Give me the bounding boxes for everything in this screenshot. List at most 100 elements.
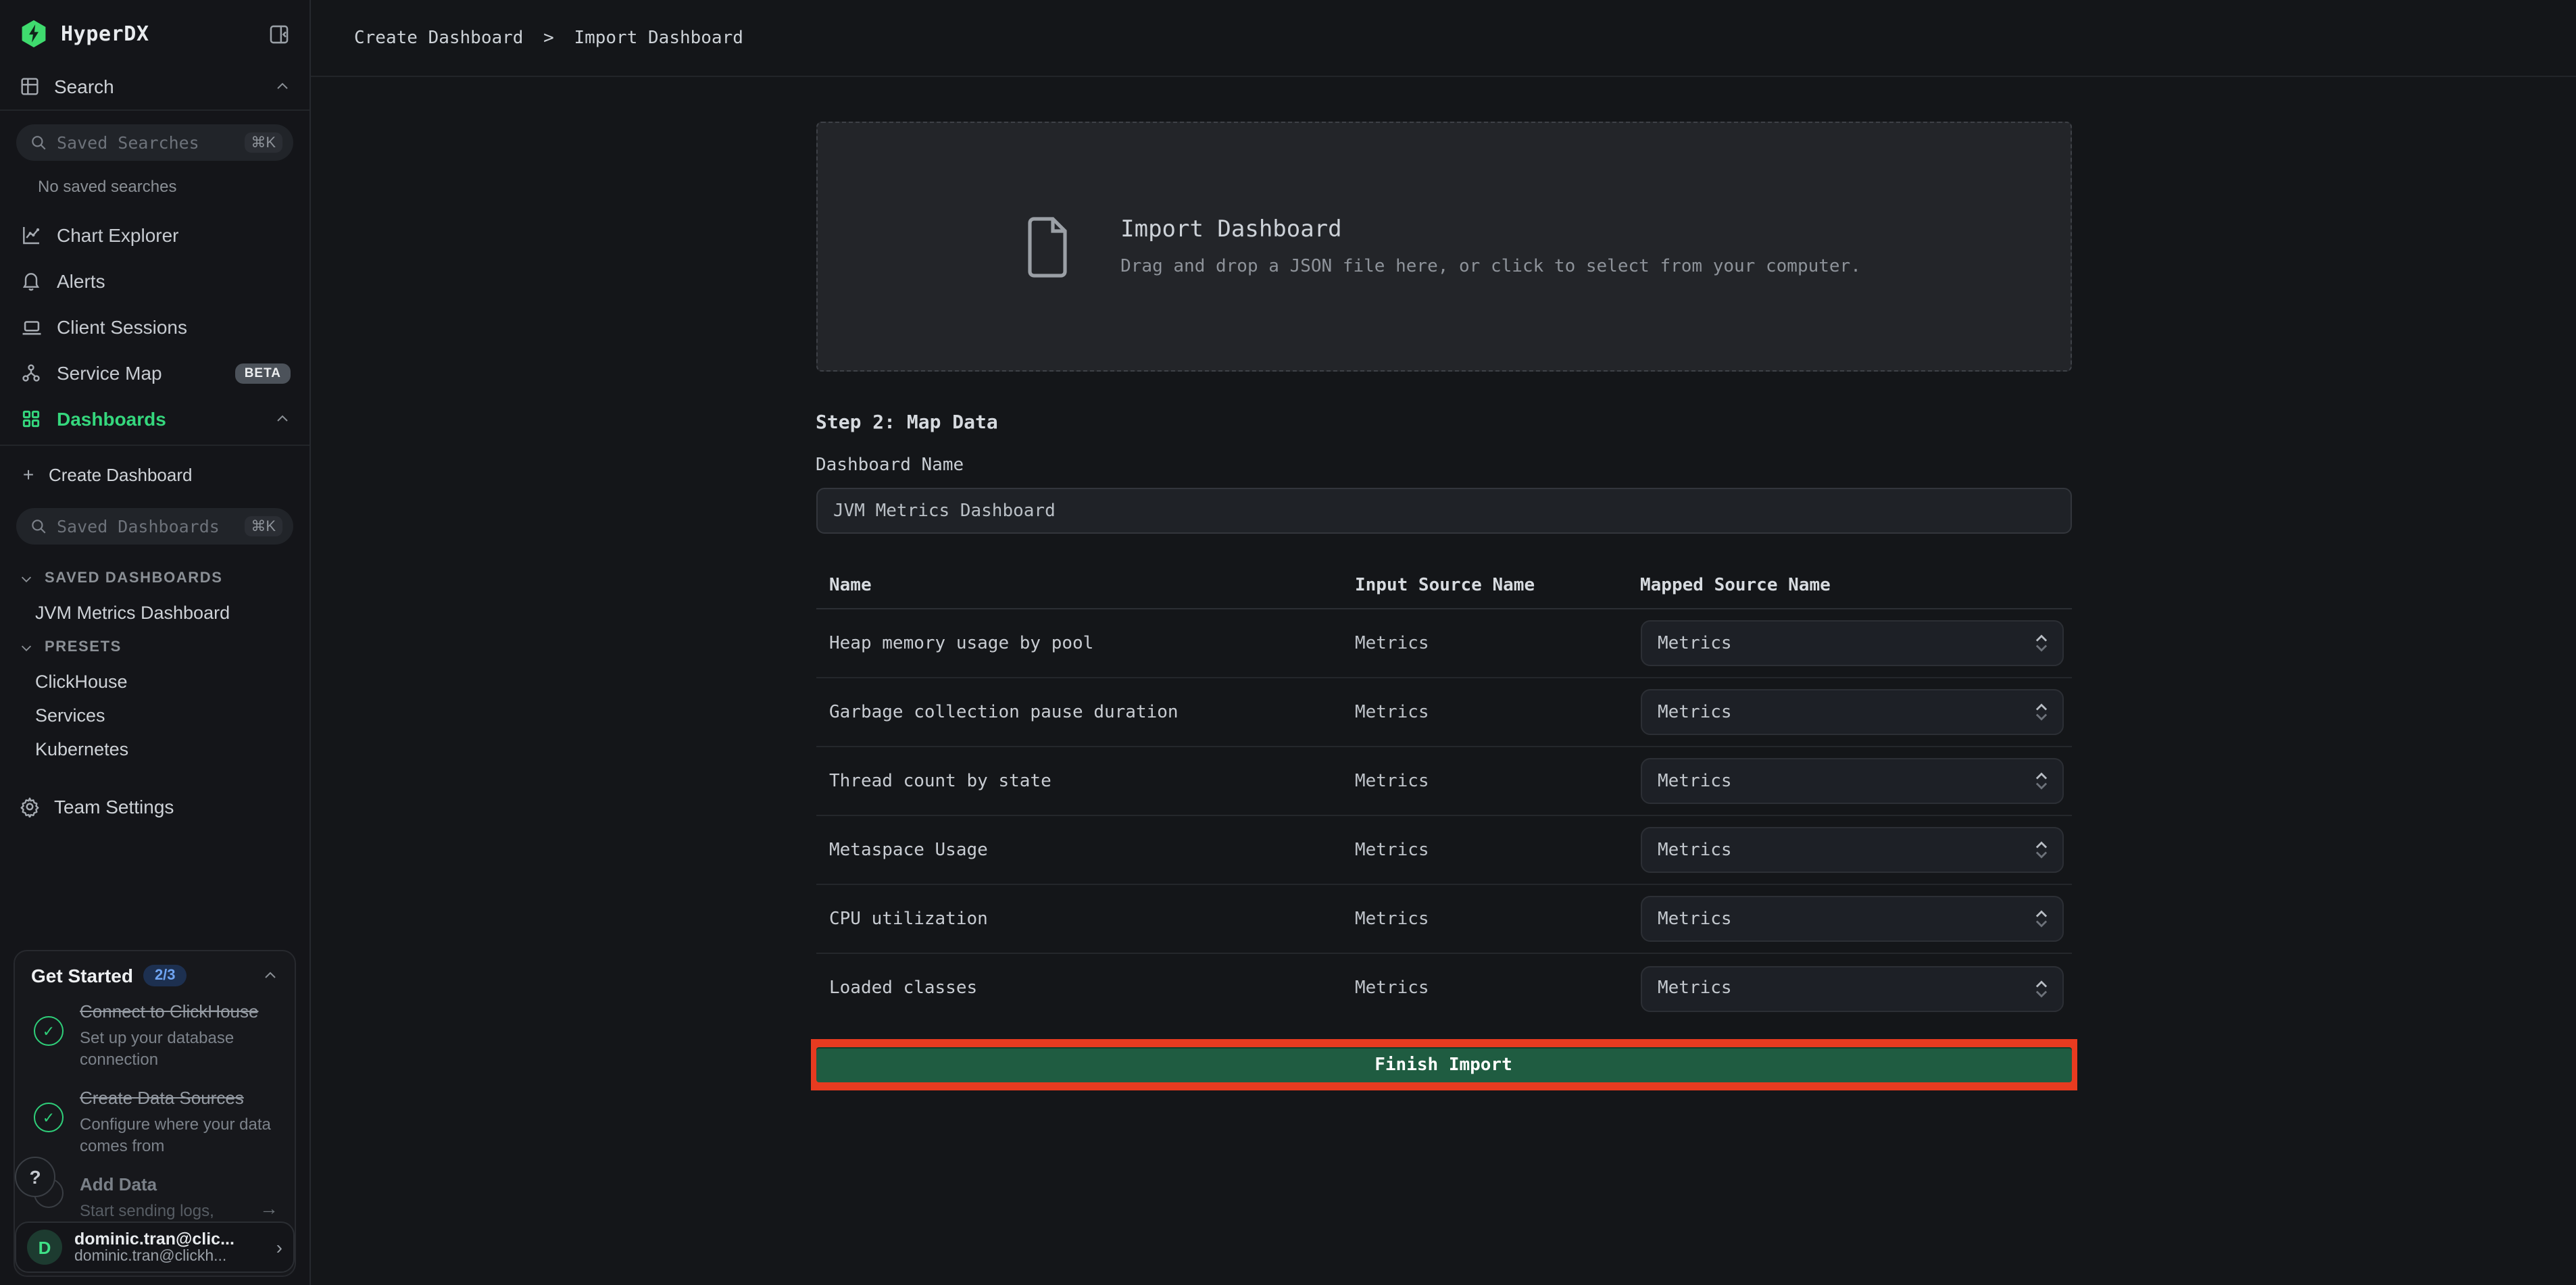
shortcut-badge: ⌘K (244, 132, 282, 153)
select-value: Metrics (1658, 771, 1732, 791)
dropzone-subtitle: Drag and drop a JSON file here, or click… (1120, 257, 1861, 277)
saved-searches-input[interactable]: Saved Searches ⌘K (16, 124, 293, 161)
select-chevrons-icon (2033, 770, 2048, 792)
chevron-up-icon[interactable] (274, 411, 291, 427)
row-name: Heap memory usage by pool (816, 633, 1355, 653)
dashboards-label: Dashboards (57, 408, 274, 430)
saved-dashboards-group-label: SAVED DASHBOARDS (45, 570, 223, 586)
mapped-source-select[interactable]: Metrics (1640, 620, 2063, 666)
mapped-source-select[interactable]: Metrics (1640, 758, 2063, 804)
annotation-highlight-box: Finish Import (810, 1039, 2077, 1090)
get-started-item-desc: Configure where your data comes from (80, 1115, 278, 1157)
search-icon (30, 134, 47, 151)
row-input-source: Metrics (1355, 771, 1640, 791)
sidebar-item-kubernetes[interactable]: Kubernetes (0, 732, 309, 766)
sidebar-collapse-icon[interactable] (268, 22, 291, 45)
gear-icon (19, 796, 41, 817)
select-value: Metrics (1658, 978, 1732, 999)
table-row: Thread count by state Metrics Metrics (816, 747, 2071, 816)
breadcrumb-create-dashboard[interactable]: Create Dashboard (354, 28, 523, 48)
mapped-source-select[interactable]: Metrics (1640, 965, 2063, 1011)
sidebar-item-services[interactable]: Services (0, 699, 309, 732)
mapping-table: Name Input Source Name Mapped Source Nam… (816, 563, 2071, 1023)
search-icon (30, 518, 47, 535)
bell-icon (19, 270, 43, 292)
chart-explorer-label: Chart Explorer (57, 224, 291, 246)
sidebar-item-jvm-metrics-dashboard[interactable]: JVM Metrics Dashboard (0, 596, 309, 630)
mapped-source-select[interactable]: Metrics (1640, 896, 2063, 942)
get-started-title: Get Started (31, 965, 133, 986)
col-mapped-source: Mapped Source Name (1640, 576, 2071, 596)
sidebar: HyperDX Search (0, 0, 311, 1285)
sidebar-item-team-settings[interactable]: Team Settings (0, 780, 309, 834)
app-window: HyperDX Search (0, 0, 2576, 1285)
client-sessions-label: Client Sessions (57, 316, 291, 338)
saved-searches-placeholder: Saved Searches (57, 132, 244, 153)
breadcrumb-import-dashboard: Import Dashboard (574, 28, 743, 48)
chevron-down-icon (19, 571, 34, 586)
create-dashboard-label: Create Dashboard (49, 464, 192, 484)
sidebar-item-search[interactable]: Search (0, 62, 309, 111)
dashboard-name-label: Dashboard Name (816, 455, 2071, 476)
finish-import-button[interactable]: Finish Import (816, 1047, 2071, 1082)
mapped-source-select[interactable]: Metrics (1640, 689, 2063, 735)
select-value: Metrics (1658, 633, 1732, 653)
col-input-source: Input Source Name (1355, 576, 1640, 596)
select-value: Metrics (1658, 840, 1732, 860)
sidebar-item-chart-explorer[interactable]: Chart Explorer (0, 212, 309, 258)
table-row: Garbage collection pause duration Metric… (816, 678, 2071, 747)
presets-group-label: PRESETS (45, 639, 122, 655)
table-header: Name Input Source Name Mapped Source Nam… (816, 563, 2071, 609)
get-started-item-connect[interactable]: ✓ Connect to ClickHouse Set up your data… (31, 1000, 278, 1070)
service-map-icon (19, 362, 43, 384)
row-name: Garbage collection pause duration (816, 702, 1355, 722)
plus-icon: + (19, 463, 38, 485)
user-menu[interactable]: D dominic.tran@clic... dominic.tran@clic… (15, 1221, 295, 1273)
select-chevrons-icon (2033, 908, 2048, 930)
check-circle-icon: ✓ (34, 1016, 64, 1046)
row-input-source: Metrics (1355, 909, 1640, 929)
row-name: Thread count by state (816, 771, 1355, 791)
chevron-down-icon (19, 640, 34, 655)
get-started-item-sources[interactable]: ✓ Create Data Sources Configure where yo… (31, 1086, 278, 1157)
sidebar-item-service-map[interactable]: Service Map BETA (0, 350, 309, 396)
dashboard-name-input[interactable] (816, 488, 2071, 534)
user-name: dominic.tran@clic... (74, 1230, 276, 1249)
sidebar-item-dashboards[interactable]: Dashboards (0, 396, 309, 442)
import-dropzone[interactable]: Import Dashboard Drag and drop a JSON fi… (816, 122, 2071, 372)
hyperdx-logo-icon (19, 19, 49, 49)
sidebar-item-alerts[interactable]: Alerts (0, 258, 309, 304)
saved-dashboards-input[interactable]: Saved Dashboards ⌘K (16, 508, 293, 545)
select-chevrons-icon (2033, 701, 2048, 723)
beta-badge: BETA (235, 363, 291, 383)
chevron-right-icon: › (276, 1236, 282, 1258)
breadcrumb: Create Dashboard > Import Dashboard (354, 28, 743, 48)
select-chevrons-icon (2033, 839, 2048, 861)
create-dashboard-button[interactable]: + Create Dashboard (0, 454, 309, 495)
row-name: Loaded classes (816, 978, 1355, 999)
group-saved-dashboards[interactable]: SAVED DASHBOARDS (0, 561, 309, 596)
chevron-up-icon[interactable] (262, 967, 278, 984)
step-title: Step 2: Map Data (816, 412, 2071, 434)
row-input-source: Metrics (1355, 840, 1640, 860)
group-presets[interactable]: PRESETS (0, 630, 309, 665)
table-row: CPU utilization Metrics Metrics (816, 885, 2071, 954)
content: Import Dashboard Drag and drop a JSON fi… (311, 77, 2576, 1285)
app-title: HyperDX (61, 22, 268, 46)
logo-row: HyperDX (0, 0, 309, 62)
get-started-item-desc: Set up your database connection (80, 1028, 278, 1070)
sidebar-item-clickhouse[interactable]: ClickHouse (0, 665, 309, 699)
dashboards-icon (19, 408, 43, 430)
sidebar-item-client-sessions[interactable]: Client Sessions (0, 304, 309, 350)
file-icon (1026, 216, 1069, 278)
table-row: Loaded classes Metrics Metrics (816, 954, 2071, 1023)
chevron-up-icon[interactable] (274, 78, 291, 94)
col-name: Name (816, 576, 1355, 596)
progress-badge: 2/3 (144, 965, 187, 986)
divider (0, 445, 309, 446)
help-button[interactable]: ? (15, 1157, 55, 1197)
search-section-label: Search (54, 75, 274, 97)
main-area: Create Dashboard > Import Dashboard Impo… (311, 0, 2576, 1285)
mapped-source-select[interactable]: Metrics (1640, 827, 2063, 873)
select-value: Metrics (1658, 702, 1732, 722)
